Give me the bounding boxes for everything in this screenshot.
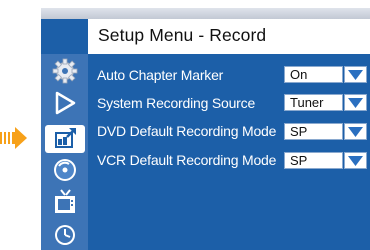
dropdown-value[interactable]: SP (284, 123, 343, 140)
page-title: Setup Menu - Record (98, 25, 267, 45)
dropdown-arrow[interactable] (344, 123, 367, 140)
selection-pointer-icon (0, 127, 27, 149)
dropdown-arrow[interactable] (344, 152, 367, 169)
setting-label-system-recording-source: System Recording Source (97, 95, 256, 111)
dropdown-value[interactable]: Tuner (284, 94, 343, 111)
clock-icon[interactable] (50, 221, 80, 247)
tv-icon[interactable] (50, 189, 80, 215)
dropdown-value[interactable]: On (284, 66, 343, 83)
chevron-down-icon (348, 70, 363, 80)
dropdown-arrow[interactable] (344, 94, 367, 111)
disc-icon[interactable] (50, 157, 80, 183)
dropdown-value[interactable]: SP (284, 152, 343, 169)
record-settings-icon[interactable] (50, 126, 80, 152)
play-icon[interactable] (50, 90, 80, 116)
chevron-down-icon (348, 156, 363, 166)
dvd-default-recording-mode-dropdown[interactable]: SP (284, 123, 367, 140)
menu-top-strip (41, 8, 370, 19)
vcr-default-recording-mode-dropdown[interactable]: SP (284, 152, 367, 169)
chevron-down-icon (348, 127, 363, 137)
system-recording-source-dropdown[interactable]: Tuner (284, 94, 367, 111)
dropdown-arrow[interactable] (344, 66, 367, 83)
setting-label-auto-chapter-marker: Auto Chapter Marker (97, 67, 224, 83)
gear-icon[interactable] (50, 58, 80, 84)
setting-label-dvd-default-recording-mode: DVD Default Recording Mode (97, 123, 277, 139)
setting-label-vcr-default-recording-mode: VCR Default Recording Mode (97, 152, 277, 168)
auto-chapter-marker-dropdown[interactable]: On (284, 66, 367, 83)
chevron-down-icon (348, 98, 363, 108)
